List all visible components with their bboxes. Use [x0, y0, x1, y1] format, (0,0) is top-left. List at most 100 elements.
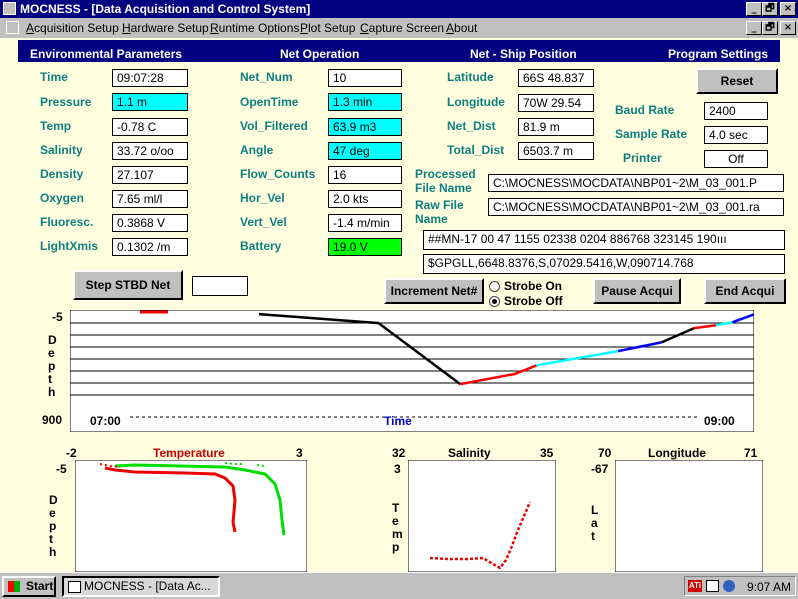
doc-close-button[interactable]: × [780, 21, 796, 35]
value-lightxmis: 0.1302 /m [112, 238, 188, 256]
value-temp: -0.78 C [112, 118, 188, 136]
label-vol-filtered: Vol_Filtered [240, 119, 308, 133]
lon-axis-top: -67 [591, 462, 609, 476]
windows-logo-icon [8, 581, 20, 592]
label-lightxmis: LightXmis [40, 239, 99, 253]
value-vol-filtered: 63.9 m3 [328, 118, 402, 136]
value-density: 27.107 [112, 166, 188, 184]
close-button[interactable]: × [780, 2, 796, 16]
reset-button[interactable]: Reset [696, 68, 778, 94]
title-bar: MOCNESS - [Data Acquisition and Control … [0, 0, 798, 18]
value-processed-file: C:\MOCNESS\MOCDATA\NBP01~2\M_03_001.P [488, 174, 784, 192]
label-density: Density [40, 167, 84, 181]
value-time: 09:07:28 [112, 69, 188, 87]
end-acqui-button[interactable]: End Acqui [704, 278, 786, 304]
value-longitude: 70W 29.54 [518, 94, 594, 112]
header-net-operation: Net Operation [280, 47, 360, 61]
label-vert-vel: Vert_Vel [240, 215, 287, 229]
temp-axis-top: -5 [56, 462, 67, 476]
app-icon[interactable] [3, 2, 16, 15]
depth-axis-bottom: 900 [42, 413, 63, 427]
label-processed-1: Processed [415, 167, 476, 181]
menu-bar: Acquisition Setup Hardware Setup Runtime… [0, 18, 798, 38]
clock: 9:07 AM [747, 580, 792, 594]
system-tray: ATi 9:07 AM [684, 576, 796, 596]
sal-axis-left: 32 [392, 446, 406, 460]
label-raw-1: Raw File [415, 198, 464, 212]
temp-depth-label: Depth [49, 493, 58, 559]
header-net-ship-position: Net - Ship Position [470, 47, 577, 61]
value-opentime: 1.3 min [328, 93, 402, 111]
header-environmental: Environmental Parameters [30, 47, 183, 61]
task-window-icon [68, 581, 81, 593]
value-salinity: 33.72 o/oo [112, 142, 188, 160]
sal-title: Salinity [448, 446, 491, 460]
depth-chart-svg: 07:00 Time 09:00 [70, 310, 754, 432]
label-battery: Battery [240, 239, 282, 253]
doc-maximize-button[interactable]: 🗗 [762, 21, 778, 35]
depth-axis-top: -5 [52, 310, 63, 324]
increment-net-button[interactable]: Increment Net# [384, 278, 484, 304]
label-salinity: Salinity [40, 143, 83, 157]
taskbar: Start MOCNESS - [Data Ac... ATi 9:07 AM [0, 572, 798, 599]
keyboard-icon[interactable] [706, 580, 719, 592]
strobe-off-radio[interactable] [489, 296, 500, 307]
value-net-dist: 81.9 m [518, 118, 594, 136]
lon-axis-left: 70 [598, 446, 612, 460]
menu-about[interactable]: About [446, 21, 477, 35]
label-opentime: OpenTime [240, 95, 299, 109]
sal-temp-label: Temp [392, 501, 403, 554]
lon-lat-label: Lat [591, 503, 599, 543]
value-mn-string: ##MN-17 00 47 1155 02338 0204 886768 323… [423, 230, 785, 250]
network-icon[interactable] [723, 580, 735, 592]
temp-axis-left: -2 [66, 446, 77, 460]
value-vert-vel: -1.4 m/min [328, 214, 402, 232]
menu-capture-screen[interactable]: Capture Screen [360, 21, 444, 35]
label-processed-2: File Name [415, 181, 472, 195]
value-baud-rate[interactable]: 2400 [704, 102, 768, 120]
salinity-profile-svg [408, 460, 556, 572]
value-battery: 19.0 V [328, 238, 402, 256]
strobe-on-radio[interactable] [489, 281, 500, 292]
label-fluoresc: Fluoresc. [40, 215, 94, 229]
depth-axis-label: Depth [48, 333, 57, 399]
step-stbd-net-button[interactable]: Step STBD Net [73, 270, 183, 300]
menu-hardware-setup[interactable]: Hardware Setup [122, 21, 209, 35]
menu-runtime-options[interactable]: Runtime Options [210, 21, 299, 35]
start-button[interactable]: Start [2, 576, 56, 597]
sal-axis-top: 3 [394, 462, 401, 476]
value-pressure: 1.1 m [112, 93, 188, 111]
value-printer[interactable]: Off [704, 150, 768, 168]
time-axis-label: Time [384, 414, 412, 428]
doc-minimize-button[interactable]: _ [746, 21, 762, 35]
label-latitude: Latitude [447, 70, 494, 84]
label-oxygen: Oxygen [40, 191, 85, 205]
time-start-label: 07:00 [90, 414, 121, 428]
value-oxygen: 7.65 ml/l [112, 190, 188, 208]
document-icon[interactable] [6, 21, 19, 34]
label-net-dist: Net_Dist [447, 119, 496, 133]
lon-title: Longitude [648, 446, 706, 460]
maximize-button[interactable]: 🗗 [762, 2, 778, 16]
value-net-num: 10 [328, 69, 402, 87]
header-program-settings: Program Settings [668, 47, 769, 61]
temp-title: Temperature [153, 446, 225, 460]
step-value-field[interactable] [192, 276, 248, 296]
menu-plot-setup[interactable]: Plot Setup [300, 21, 355, 35]
value-fluoresc: 0.3868 V [112, 214, 188, 232]
value-gpgll-string: $GPGLL,6648.8376,S,07029.5416,W,090714.7… [423, 254, 785, 274]
label-time: Time [40, 70, 68, 84]
label-flow-counts: Flow_Counts [240, 167, 316, 181]
label-hor-vel: Hor_Vel [240, 191, 285, 205]
pause-acqui-button[interactable]: Pause Acqui [593, 278, 681, 304]
minimize-button[interactable]: _ [746, 2, 762, 16]
lon-axis-right: 71 [744, 446, 758, 460]
ati-icon[interactable]: ATi [688, 580, 702, 592]
value-raw-file: C:\MOCNESS\MOCDATA\NBP01~2\M_03_001.ra [488, 198, 784, 216]
value-sample-rate[interactable]: 4.0 sec [704, 126, 768, 144]
taskbar-mocness-task[interactable]: MOCNESS - [Data Ac... [62, 576, 220, 597]
label-printer: Printer [623, 151, 662, 165]
strobe-off-label: Strobe Off [504, 294, 563, 308]
menu-acquisition-setup[interactable]: Acquisition Setup [26, 21, 119, 35]
label-raw-2: Name [415, 212, 448, 226]
